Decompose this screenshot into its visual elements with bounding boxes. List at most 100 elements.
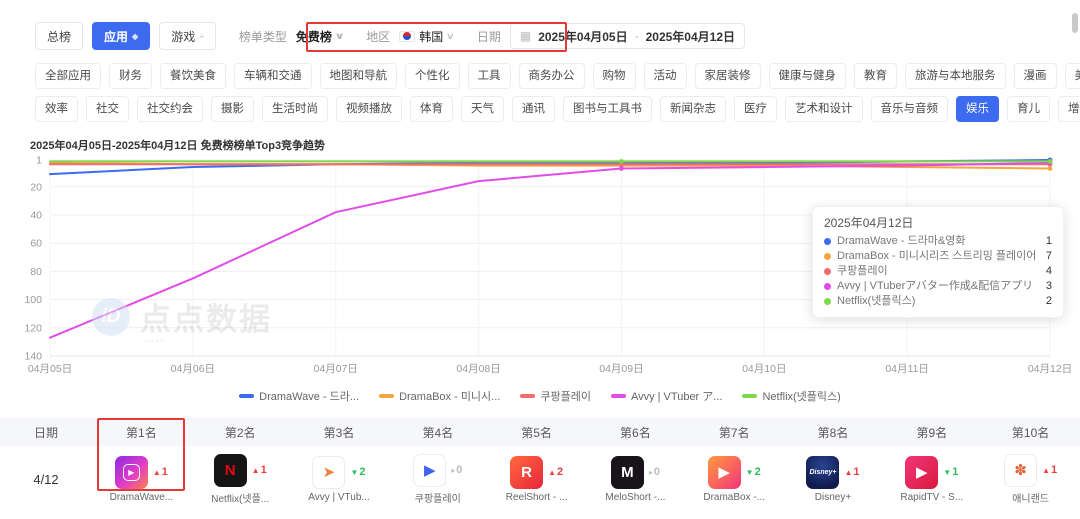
aniland-app-icon: ✽ xyxy=(1004,454,1037,487)
x-axis-tick: 04月07日 xyxy=(314,363,358,375)
app-cell-top: M▸0 xyxy=(611,456,660,489)
chart-title: 2025年04月05日-2025年04月12日 免费榜榜单Top3竞争趋势 xyxy=(30,137,325,153)
app-ranking-dashboard: 总榜 应用 ◆ 游戏 ≡ 榜单类型 免费榜 ∨ 地区 韩国 ∨ 日期 ▦ 202… xyxy=(0,0,1080,519)
filter-bar: 总榜 应用 ◆ 游戏 ≡ 榜单类型 免费榜 ∨ 地区 韩国 ∨ 日期 ▦ 202… xyxy=(35,20,1070,52)
category-pill[interactable]: 全部应用 xyxy=(35,63,101,89)
category-pill[interactable]: 娱乐 xyxy=(956,96,999,122)
up-arrow-icon: ▲ xyxy=(252,466,260,475)
category-pill[interactable]: 旅游与本地服务 xyxy=(905,63,1006,89)
date-range-picker[interactable]: ▦ 2025年04月05日 - 2025年04月12日 xyxy=(510,23,745,49)
series-dot-icon xyxy=(824,253,831,260)
x-axis-tick: 04月09日 xyxy=(599,363,643,375)
app-cell[interactable]: M▸0 MeloShort -... xyxy=(586,446,685,512)
category-pill[interactable]: 图书与工具书 xyxy=(563,96,652,122)
category-pill[interactable]: 社交约会 xyxy=(137,96,203,122)
category-pill[interactable]: 体育 xyxy=(410,96,453,122)
app-cell[interactable]: ▶▼1RapidTV - S... xyxy=(882,446,981,512)
tooltip-series-value: 7 xyxy=(1046,249,1052,264)
category-row-2: 效率社交社交约会摄影生活时尚视频播放体育天气通讯图书与工具书新闻杂志医疗艺术和设… xyxy=(35,96,1080,122)
category-pill[interactable]: 车辆和交通 xyxy=(234,63,312,89)
app-cell[interactable]: R▲2ReelShort - ... xyxy=(487,446,586,512)
rank-type-select[interactable]: 免费榜 ∨ xyxy=(296,28,343,45)
avvy-app-icon: ➤ xyxy=(312,456,345,489)
app-cell[interactable]: ➤▼2Avvy | VTub... xyxy=(290,446,389,512)
app-cell[interactable]: Disney+▲1Disney+ xyxy=(784,446,883,512)
category-pill[interactable]: 生活时尚 xyxy=(262,96,328,122)
category-pill[interactable]: 通讯 xyxy=(512,96,555,122)
disney-plus-app-icon: Disney+ xyxy=(806,456,839,489)
tab-games[interactable]: 游戏 ≡ xyxy=(159,22,216,50)
app-icon-glyph: ✽ xyxy=(1014,461,1027,479)
category-pill[interactable]: 音乐与音频 xyxy=(871,96,949,122)
category-pill[interactable]: 健康与健身 xyxy=(769,63,847,89)
down-arrow-icon: ▼ xyxy=(746,468,754,477)
y-axis-tick: 80 xyxy=(30,266,42,278)
tab-apps[interactable]: 应用 ◆ xyxy=(92,22,150,50)
y-axis-tick: 100 xyxy=(24,294,42,306)
category-pill[interactable]: 天气 xyxy=(461,96,504,122)
category-pill[interactable]: 活动 xyxy=(644,63,687,89)
tooltip-series-value: 3 xyxy=(1046,279,1052,294)
legend-item[interactable]: 쿠팡플레이 xyxy=(520,388,591,404)
category-pill[interactable]: 财务 xyxy=(109,63,152,89)
legend-label: Avvy | VTuber ア... xyxy=(631,388,723,404)
category-pill[interactable]: 漫画 xyxy=(1014,63,1057,89)
category-pill[interactable]: 商务办公 xyxy=(519,63,585,89)
rank-change-up: ▲2 xyxy=(548,466,563,478)
category-pill[interactable]: 工具 xyxy=(468,63,511,89)
app-cell-top: ▶▲1 xyxy=(115,456,168,489)
tooltip-row: Netflix(넷플릭스)2 xyxy=(824,294,1052,309)
category-pill[interactable]: 购物 xyxy=(593,63,636,89)
app-cell[interactable]: N▲1Netflix(넷플... xyxy=(191,446,290,512)
category-pill[interactable]: 育儿 xyxy=(1007,96,1050,122)
category-pill[interactable]: 餐饮美食 xyxy=(160,63,226,89)
app-name: MeloShort -... xyxy=(605,492,665,503)
app-name: Netflix(넷플... xyxy=(211,490,269,505)
category-pill[interactable]: 地图和导航 xyxy=(320,63,398,89)
legend-item[interactable]: DramaWave - 드라... xyxy=(239,388,359,404)
category-pill[interactable]: 视频播放 xyxy=(336,96,402,122)
category-pill[interactable]: 个性化 xyxy=(405,63,460,89)
category-pill[interactable]: 医疗 xyxy=(734,96,777,122)
category-pill[interactable]: 美容时尚 xyxy=(1065,63,1080,89)
table-header-cell: 第5名 xyxy=(487,418,586,446)
legend-item[interactable]: Avvy | VTuber ア... xyxy=(611,388,723,404)
category-pill[interactable]: 艺术和设计 xyxy=(785,96,863,122)
tab-label: 游戏 xyxy=(171,28,195,45)
rank-change-value: 0 xyxy=(654,466,660,478)
series-point xyxy=(1048,166,1053,171)
category-pill[interactable]: 社交 xyxy=(86,96,129,122)
region-select[interactable]: 韩国 ∨ xyxy=(399,28,454,45)
app-name: Disney+ xyxy=(815,492,851,503)
category-pill[interactable]: 教育 xyxy=(854,63,897,89)
tooltip-row: 쿠팡플레이4 xyxy=(824,264,1052,279)
legend-swatch-icon xyxy=(742,394,757,398)
legend-swatch-icon xyxy=(520,394,535,398)
legend-item[interactable]: Netflix(넷플릭스) xyxy=(742,388,840,404)
reelshort-app-icon: R xyxy=(510,456,543,489)
app-icon-glyph: ▶ xyxy=(123,464,140,481)
app-cell[interactable]: ▶▲1DramaWave... xyxy=(92,446,191,512)
app-cell[interactable]: ▶▸0쿠팡플레이 xyxy=(388,446,487,512)
rank-change-up: ▲1 xyxy=(252,464,267,476)
rapidtv-app-icon: ▶ xyxy=(905,456,938,489)
app-cell[interactable]: ▶▼2DramaBox -... xyxy=(685,446,784,512)
table-header-cell: 第9名 xyxy=(882,418,981,446)
up-arrow-icon: ▲ xyxy=(844,468,852,477)
list-icon: ≡ xyxy=(199,32,204,41)
tooltip-date: 2025年04月12日 xyxy=(824,214,1052,231)
tooltip-row: Avvy | VTuberアバター作成&配信アプリ3 xyxy=(824,279,1052,294)
chart-tooltip: 2025年04月12日 DramaWave - 드라마&영화1DramaBox … xyxy=(812,206,1064,318)
category-pill[interactable]: 摄影 xyxy=(211,96,254,122)
category-pill[interactable]: 效率 xyxy=(35,96,78,122)
category-pill[interactable]: 新闻杂志 xyxy=(660,96,726,122)
legend-item[interactable]: DramaBox - 미니시... xyxy=(379,388,500,404)
category-pill[interactable]: 增强现实 xyxy=(1058,96,1080,122)
app-cell[interactable]: ✽▲1애니랜드 xyxy=(981,446,1080,512)
tab-total-rank[interactable]: 总榜 xyxy=(35,22,83,50)
rank-change-value: 0 xyxy=(456,464,462,476)
category-pill[interactable]: 家居装修 xyxy=(695,63,761,89)
app-name: Avvy | VTub... xyxy=(308,492,370,503)
scrollbar-thumb[interactable] xyxy=(1072,13,1078,33)
rank-change-value: 2 xyxy=(557,466,563,478)
